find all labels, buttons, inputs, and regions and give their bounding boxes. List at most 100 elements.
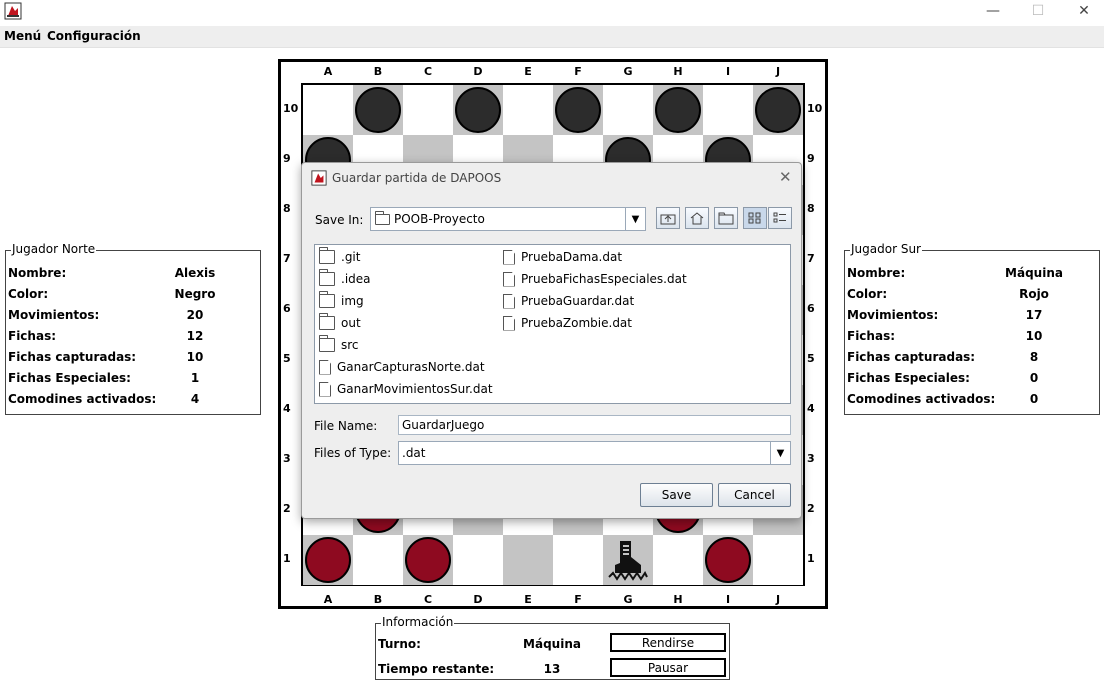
south-stat-label: Fichas capturadas:: [847, 350, 976, 364]
file-item-label: GanarCapturasNorte.dat: [337, 360, 485, 374]
north-stat-label: Movimientos:: [8, 308, 100, 322]
zombie-piece-icon[interactable]: [603, 535, 653, 585]
black-piece[interactable]: [655, 87, 701, 133]
file-item[interactable]: PruebaZombie.dat: [503, 314, 632, 332]
folder-item[interactable]: .idea: [319, 269, 371, 288]
save-button[interactable]: Save: [640, 483, 713, 507]
file-list[interactable]: .git .idea img out src GanarCapturasNorte.dat…: [314, 244, 791, 404]
folder-item[interactable]: .git: [319, 247, 361, 266]
south-stat-value: Rojo: [1019, 287, 1049, 301]
left-row-label: 6: [283, 302, 291, 315]
red-piece[interactable]: [305, 537, 351, 583]
board-square-E1[interactable]: [503, 535, 553, 585]
dialog-title: Guardar partida de DAPOOS: [332, 171, 502, 185]
left-row-label: 8: [283, 202, 291, 215]
right-row-label: 6: [807, 302, 815, 315]
files-of-type-combo[interactable]: .dat ▼: [398, 441, 791, 465]
pause-button[interactable]: Pausar: [610, 658, 726, 677]
folder-icon: [319, 313, 335, 330]
black-piece[interactable]: [455, 87, 501, 133]
south-stat-value: 0: [1029, 371, 1039, 385]
left-row-label: 5: [283, 352, 291, 365]
cancel-button[interactable]: Cancel: [718, 483, 791, 507]
left-row-label: 3: [283, 452, 291, 465]
file-item-label: src: [341, 338, 359, 352]
file-item[interactable]: GanarMovimientosSur.dat: [319, 380, 493, 398]
home-icon[interactable]: [685, 207, 709, 229]
red-piece[interactable]: [405, 537, 451, 583]
menubar: Menú Configuración: [0, 26, 1104, 48]
file-icon: [503, 271, 515, 287]
app-icon: [4, 2, 22, 20]
turn-value: Máquina: [523, 637, 581, 651]
top-col-label: G: [623, 65, 633, 78]
board-square-G10[interactable]: [603, 85, 653, 135]
surrender-button[interactable]: Rendirse: [610, 633, 726, 652]
black-piece[interactable]: [355, 87, 401, 133]
list-view-icon[interactable]: [743, 207, 767, 229]
file-item[interactable]: PruebaFichasEspeciales.dat: [503, 270, 687, 288]
file-item-label: out: [341, 316, 361, 330]
board-square-E10[interactable]: [503, 85, 553, 135]
minimize-icon[interactable]: —: [970, 0, 1016, 22]
south-panel-title: Jugador Sur: [850, 242, 922, 256]
board-square-J1[interactable]: [753, 535, 803, 585]
top-col-label: B: [373, 65, 383, 78]
black-piece[interactable]: [755, 87, 801, 133]
right-row-label: 2: [807, 502, 815, 515]
bottom-col-label: D: [473, 593, 483, 606]
file-item-label: PruebaDama.dat: [521, 250, 623, 264]
board-square-A10[interactable]: [303, 85, 353, 135]
details-view-icon[interactable]: [768, 207, 792, 229]
folder-icon: [319, 291, 335, 308]
south-stat-label: Nombre:: [847, 266, 906, 280]
folder-item[interactable]: src: [319, 335, 359, 354]
file-item-label: PruebaFichasEspeciales.dat: [521, 272, 687, 286]
board-square-D1[interactable]: [453, 535, 503, 585]
folder-item[interactable]: img: [319, 291, 364, 310]
right-row-label: 1: [807, 552, 815, 565]
file-item-label: .git: [341, 250, 361, 264]
file-item[interactable]: GanarCapturasNorte.dat: [319, 358, 485, 376]
red-piece[interactable]: [705, 537, 751, 583]
board-square-B1[interactable]: [353, 535, 403, 585]
bottom-col-label: C: [423, 593, 433, 606]
file-icon: [503, 315, 515, 331]
dialog-close-icon[interactable]: ✕: [779, 168, 792, 186]
board-square-H1[interactable]: [653, 535, 703, 585]
info-panel-title: Información: [381, 615, 455, 629]
chevron-down-icon[interactable]: ▼: [770, 442, 790, 464]
folder-item[interactable]: out: [319, 313, 361, 332]
menu-configuracion[interactable]: Configuración: [47, 29, 141, 43]
maximize-icon[interactable]: ☐: [1015, 0, 1061, 22]
chevron-down-icon[interactable]: ▼: [625, 208, 645, 230]
north-stat-label: Nombre:: [8, 266, 67, 280]
north-stat-value: Negro: [174, 287, 216, 301]
folder-icon: [319, 247, 335, 264]
bottom-col-label: J: [775, 593, 781, 606]
save-dialog: Guardar partida de DAPOOS ✕ Save In: POO…: [301, 162, 802, 519]
north-stat-value: 20: [186, 308, 204, 322]
save-in-combo[interactable]: POOB-Proyecto ▼: [370, 207, 646, 231]
menu-menu[interactable]: Menú: [4, 29, 41, 43]
south-stat-label: Fichas Especiales:: [847, 371, 970, 385]
save-in-label: Save In:: [315, 213, 364, 227]
board-square-F1[interactable]: [553, 535, 603, 585]
board-square-C10[interactable]: [403, 85, 453, 135]
new-folder-icon[interactable]: [714, 207, 738, 229]
south-stat-label: Color:: [847, 287, 888, 301]
top-col-label: J: [775, 65, 781, 78]
north-stat-label: Color:: [8, 287, 49, 301]
black-piece[interactable]: [555, 87, 601, 133]
close-icon[interactable]: ✕: [1061, 0, 1104, 22]
file-item[interactable]: PruebaGuardar.dat: [503, 292, 634, 310]
file-name-input[interactable]: GuardarJuego: [398, 415, 791, 435]
north-stat-label: Fichas capturadas:: [8, 350, 137, 364]
right-row-label: 10: [807, 102, 823, 115]
turn-label: Turno:: [378, 637, 421, 651]
file-item[interactable]: PruebaDama.dat: [503, 248, 622, 266]
bottom-col-label: A: [323, 593, 333, 606]
up-folder-icon[interactable]: [656, 207, 680, 229]
board-square-I10[interactable]: [703, 85, 753, 135]
files-of-type-label: Files of Type:: [314, 446, 392, 460]
